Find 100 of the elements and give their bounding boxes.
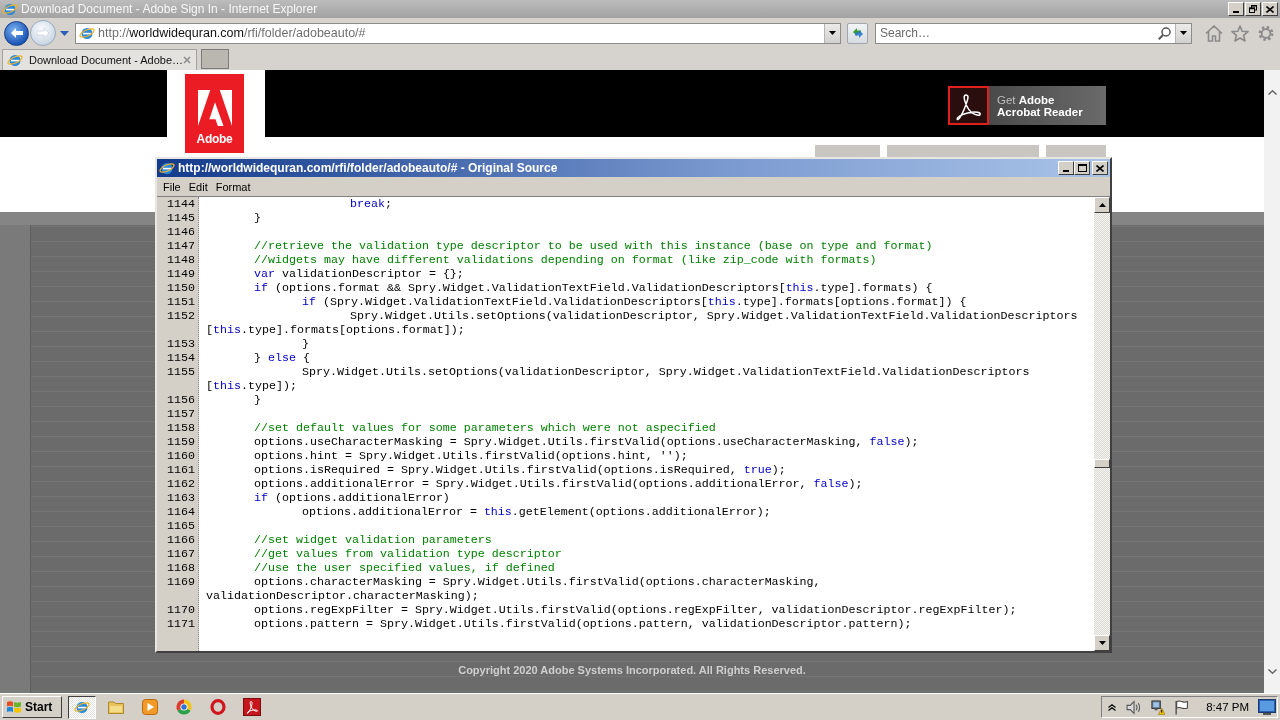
logo-mark-icon: [197, 90, 232, 126]
search-icon[interactable]: [1158, 26, 1171, 40]
folder-icon: [108, 699, 124, 715]
close-icon: [1096, 164, 1104, 172]
line-number: 1156: [167, 393, 195, 407]
line-number: 1164: [167, 505, 195, 519]
dropdown-button[interactable]: [824, 23, 840, 43]
maximize-button[interactable]: [1074, 161, 1090, 175]
code-line: Spry.Widget.Utils.setOptions(validationDescriptor, Spry.Widget.ValidationTextField.ValidationDescriptors: [350, 309, 1078, 323]
line-number: 1165: [167, 519, 195, 533]
close-button[interactable]: [1092, 161, 1108, 175]
line-number: 1150: [167, 281, 195, 295]
chevron-up-icon[interactable]: [1267, 90, 1277, 95]
line-number: 1148: [167, 253, 195, 267]
code-line: break;: [350, 197, 392, 211]
tricolor-circle-icon: [176, 699, 192, 715]
line-number: 1145: [167, 211, 195, 225]
line-number: 1157: [167, 407, 195, 421]
line-number: 1166: [167, 533, 195, 547]
refresh-button[interactable]: [847, 22, 868, 44]
line-number: 1155: [167, 365, 195, 379]
menu-item[interactable]: Edit: [184, 180, 212, 193]
clock-text[interactable]: 8:47 PM: [1206, 701, 1249, 713]
close-button[interactable]: [1262, 2, 1278, 16]
back-button[interactable]: [4, 20, 29, 46]
close-icon[interactable]: [183, 56, 192, 64]
line-number: 1169: [167, 575, 195, 589]
code-line: if (options.additionalError): [254, 491, 450, 505]
scroll-up-button[interactable]: [1094, 197, 1110, 213]
line-number: 1167: [167, 547, 195, 561]
window-title: http://worldwidequran.com/rfi/folder/adobeauto/# - Original Source: [178, 161, 558, 175]
code-line: //get values from validation type descriptor: [254, 547, 562, 561]
line-number: 1154: [167, 351, 195, 365]
menu-item[interactable]: File: [159, 180, 185, 193]
copyright-text: Copyright 2020 Adobe Systems Incorporated. All Rights Reserved.: [458, 664, 806, 676]
code-line: //set default values for some parameters which were not aspecified: [254, 421, 716, 435]
restore-button[interactable]: [1245, 2, 1261, 16]
line-number: 1171: [167, 617, 195, 631]
browser-icon: [79, 25, 95, 41]
line-number: 1159: [167, 435, 195, 449]
star-icon: [1231, 24, 1249, 42]
chevron-up-icon[interactable]: [1108, 703, 1117, 711]
caret-icon: [829, 31, 836, 35]
code-line: options.additionalError = this.getElement(options.additionalError);: [302, 505, 771, 519]
speaker-icon[interactable]: [1126, 699, 1142, 715]
code-line: if (Spry.Widget.ValidationTextField.ValidationDescriptors[this.type].formats[options.format]) {: [302, 295, 967, 309]
code-line: //widgets may have different validations depending on format (like zip_code with formats): [254, 253, 877, 267]
line-number: 1149: [167, 267, 195, 281]
taskbar-button[interactable]: [68, 695, 96, 719]
tab-label: Download Document - Adobe…: [29, 54, 184, 66]
down-arrow-icon: [1098, 641, 1106, 645]
maximize-icon: [1077, 164, 1087, 172]
ring-icon: [210, 699, 226, 715]
browser-tab[interactable]: Download Document - Adobe…: [2, 49, 197, 70]
show-desktop-icon[interactable]: [1258, 699, 1276, 715]
line-number: 1168: [167, 561, 195, 575]
minimize-button[interactable]: [1228, 2, 1244, 16]
get-reader-button[interactable]: Get Adobe Acrobat Reader: [948, 86, 1106, 125]
code-line: validationDescriptor.characterMasking);: [206, 589, 479, 603]
code-line: if (options.format && Spry.Widget.ValidationTextField.ValidationDescriptors[this.type].formats) {: [254, 281, 933, 295]
line-number: 1158: [167, 421, 195, 435]
line-number: 1146: [167, 225, 195, 239]
pdf-icon: [243, 698, 261, 716]
scroll-down-button[interactable]: [1094, 635, 1110, 651]
media-play-icon: [142, 699, 158, 715]
dropdown-caret-icon[interactable]: [60, 30, 69, 36]
logo-text: Adobe: [196, 132, 233, 146]
pdf-icon: [948, 86, 989, 125]
page-scrollbar[interactable]: [1264, 70, 1280, 693]
code-line: options.pattern = Spry.Widget.Utils.firstValid(options.pattern, validationDescriptor.pattern);: [254, 617, 912, 631]
code-line: }: [254, 393, 261, 407]
line-number: 1160: [167, 449, 195, 463]
start-button[interactable]: Start: [2, 696, 62, 718]
menu-item[interactable]: Format: [211, 180, 255, 193]
windows-flag-icon: [6, 700, 22, 714]
code-line: //use the user specified values, if defined: [254, 561, 555, 575]
code-line: options.useCharacterMasking = Spry.Widget.Utils.firstValid(options.useCharacterMasking, false);: [254, 435, 919, 449]
code-line: }: [302, 337, 309, 351]
window-title: Download Document - Adobe Sign In - Internet Explorer: [21, 2, 319, 16]
code-line: options.additionalError = Spry.Widget.Utils.firstValid(options.additionalError, false);: [254, 477, 863, 491]
chevron-down-icon[interactable]: [1267, 669, 1277, 674]
flag-icon[interactable]: [1174, 699, 1190, 715]
line-number: 1163: [167, 491, 195, 505]
code-line: options.characterMasking = Spry.Widget.Utils.firstValid(options.characterMasking,: [254, 575, 821, 589]
code-line: } else {: [254, 351, 310, 365]
line-number: 1170: [167, 603, 195, 617]
address-field[interactable]: http://worldwidequran.com/rfi/folder/adobeauto/#: [75, 22, 841, 44]
scrollbar-thumb[interactable]: [1094, 459, 1110, 468]
scrollbar[interactable]: [1094, 197, 1110, 651]
code-line: //set widget validation parameters: [254, 533, 492, 547]
code-line: var validationDescriptor = {};: [254, 267, 464, 281]
caret-icon: [1180, 31, 1187, 35]
back-arrow-icon: [10, 28, 23, 38]
search-field[interactable]: Search…: [875, 22, 1192, 44]
code-line: }: [254, 211, 261, 225]
code-line: [this.type]);: [206, 379, 297, 393]
browser-icon: [2, 1, 18, 17]
browser-icon: [7, 52, 23, 68]
minimize-button[interactable]: [1058, 161, 1074, 175]
network-warning-icon[interactable]: [1150, 699, 1166, 715]
